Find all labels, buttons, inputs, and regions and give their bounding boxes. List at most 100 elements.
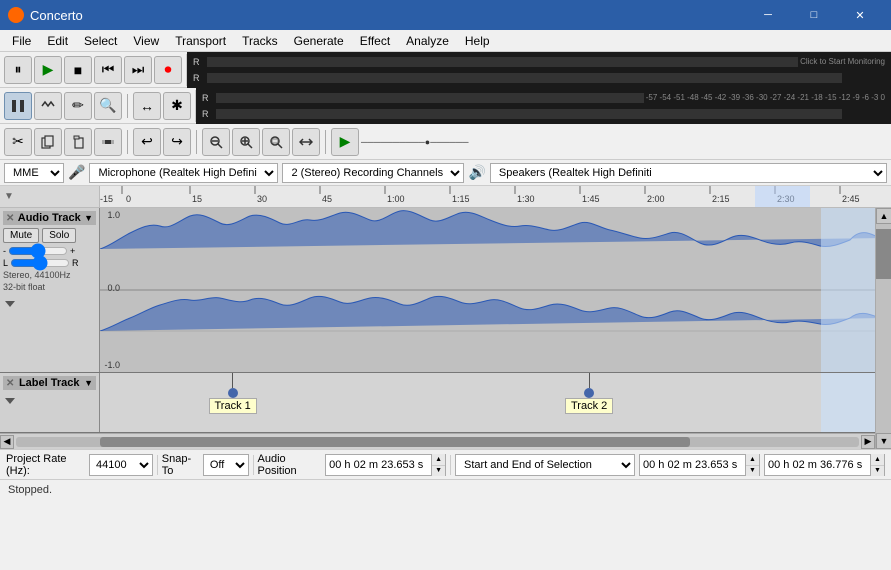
channels-select[interactable]: 2 (Stereo) Recording Channels xyxy=(282,163,464,183)
vscroll-down-btn[interactable]: ▼ xyxy=(876,433,891,449)
project-rate-select[interactable]: 44100 xyxy=(89,454,153,476)
vu-meters[interactable]: R Click to Start Monitoring R placeholde… xyxy=(187,52,891,88)
zoom-in-button[interactable] xyxy=(232,128,260,156)
speaker-select[interactable]: Speakers (Realtek High Definiti xyxy=(490,163,887,183)
menu-select[interactable]: Select xyxy=(76,32,125,50)
label2-text[interactable]: Track 2 xyxy=(565,398,613,414)
sel-end-input[interactable]: ▲ ▼ xyxy=(764,454,885,476)
label2-dot[interactable] xyxy=(584,388,594,398)
project-rate-label: Project Rate (Hz): xyxy=(6,453,85,477)
audio-waveform[interactable]: 1.0 0.0 -1.0 xyxy=(100,208,875,372)
menu-edit[interactable]: Edit xyxy=(39,32,76,50)
close-button[interactable]: ✕ xyxy=(837,0,883,30)
pause-button[interactable]: ⏸ xyxy=(4,56,32,84)
sel-end-field[interactable] xyxy=(765,459,870,471)
sel-start-down[interactable]: ▼ xyxy=(746,465,759,476)
menu-effect[interactable]: Effect xyxy=(352,32,398,50)
label2-line xyxy=(589,373,590,388)
audio-pos-input[interactable]: ▲ ▼ xyxy=(325,454,446,476)
menu-transport[interactable]: Transport xyxy=(167,32,234,50)
snap-to-select[interactable]: Off xyxy=(203,454,249,476)
cut-button[interactable]: ✂ xyxy=(4,128,32,156)
audio-track: ✕ Audio Track ▼ Mute Solo - + L xyxy=(0,208,875,373)
track-collapse-btn[interactable] xyxy=(3,297,96,314)
record-button[interactable]: ⏺ xyxy=(154,56,182,84)
menu-help[interactable]: Help xyxy=(457,32,498,50)
hscroll-track[interactable] xyxy=(16,437,859,447)
api-select[interactable]: MME xyxy=(4,163,64,183)
audio-track-close[interactable]: ✕ xyxy=(6,213,14,224)
audio-pos-up[interactable]: ▲ xyxy=(432,454,445,465)
sel-start-up[interactable]: ▲ xyxy=(746,454,759,465)
hscroll-thumb[interactable] xyxy=(100,437,690,447)
svg-text:2:45: 2:45 xyxy=(842,194,860,204)
minimize-button[interactable]: ─ xyxy=(745,0,791,30)
selection-mode-select[interactable]: Start and End of Selection xyxy=(455,454,635,476)
pan-r-label: R xyxy=(72,258,79,268)
label-track-collapse[interactable] xyxy=(3,394,96,411)
stop-button[interactable]: ■ xyxy=(64,56,92,84)
svg-text:-15: -15 xyxy=(100,194,113,204)
vscroll-up-btn[interactable]: ▲ xyxy=(876,208,891,224)
svg-text:1:30: 1:30 xyxy=(517,194,535,204)
zoom-sel-button[interactable] xyxy=(262,128,290,156)
menubar: File Edit Select View Transport Tracks G… xyxy=(0,30,891,52)
label1-dot[interactable] xyxy=(228,388,238,398)
copy-button[interactable] xyxy=(34,128,62,156)
mic-select[interactable]: Microphone (Realtek High Defini xyxy=(89,163,278,183)
label-track-dropdown[interactable]: ▼ xyxy=(84,378,93,388)
play-green-button[interactable]: ▶ xyxy=(331,128,359,156)
paste-button[interactable] xyxy=(64,128,92,156)
selection-tool-button[interactable] xyxy=(4,92,32,120)
maximize-button[interactable]: □ xyxy=(791,0,837,30)
multi-tool-button[interactable]: ✱ xyxy=(163,92,191,120)
zoom-out-button[interactable] xyxy=(202,128,230,156)
menu-tracks[interactable]: Tracks xyxy=(234,32,286,50)
waveform-lower xyxy=(100,296,875,331)
undo-button[interactable]: ↩ xyxy=(133,128,161,156)
play-button[interactable]: ▶ xyxy=(34,56,62,84)
audio-pos-down[interactable]: ▼ xyxy=(432,465,445,476)
zoom-fit-button[interactable] xyxy=(292,128,320,156)
svg-text:0: 0 xyxy=(126,194,131,204)
draw-tool-button[interactable]: ✏ xyxy=(64,92,92,120)
skip-end-button[interactable]: ⏭ xyxy=(124,56,152,84)
menu-generate[interactable]: Generate xyxy=(286,32,352,50)
gain-min-label: - xyxy=(3,246,6,256)
label-track-close[interactable]: ✕ xyxy=(6,378,14,389)
sel-end-up[interactable]: ▲ xyxy=(871,454,884,465)
bc-sep3 xyxy=(450,455,451,475)
label1-line xyxy=(232,373,233,388)
vscroll-thumb[interactable] xyxy=(876,229,891,279)
label-track-2: Track 2 xyxy=(565,373,613,432)
tracks-area: ✕ Audio Track ▼ Mute Solo - + L xyxy=(0,208,891,449)
y-label-top: 1.0 xyxy=(100,210,120,220)
sel-end-down[interactable]: ▼ xyxy=(871,465,884,476)
mute-button[interactable]: Mute xyxy=(3,228,39,243)
audio-track-dropdown[interactable]: ▼ xyxy=(84,213,93,223)
trim-button[interactable] xyxy=(94,128,122,156)
audio-track-name: Audio Track xyxy=(18,212,81,224)
envelope-tool-button[interactable] xyxy=(34,92,62,120)
label-waveform[interactable]: Track 1 Track 2 xyxy=(100,373,875,432)
label-track: ✕ Label Track ▼ Track xyxy=(0,373,875,433)
svg-text:1:15: 1:15 xyxy=(452,194,470,204)
zoom-tool-button[interactable]: 🔍 xyxy=(94,92,122,120)
vscroll-track[interactable] xyxy=(876,224,891,433)
skip-start-button[interactable]: ⏮ xyxy=(94,56,122,84)
solo-button[interactable]: Solo xyxy=(42,228,76,243)
label1-text[interactable]: Track 1 xyxy=(209,398,257,414)
menu-file[interactable]: File xyxy=(4,32,39,50)
audio-track-controls: ✕ Audio Track ▼ Mute Solo - + L xyxy=(0,208,100,372)
sel-start-input[interactable]: ▲ ▼ xyxy=(639,454,760,476)
menu-view[interactable]: View xyxy=(125,32,167,50)
timeshift-tool-button[interactable]: ↔ xyxy=(133,92,161,120)
hscroll-left-btn[interactable]: ◀ xyxy=(0,435,14,449)
statusbar: Stopped. xyxy=(0,479,891,499)
sel-start-field[interactable] xyxy=(640,459,745,471)
menu-analyze[interactable]: Analyze xyxy=(398,32,457,50)
pan-slider[interactable] xyxy=(10,258,70,268)
redo-button[interactable]: ↪ xyxy=(163,128,191,156)
hscroll-right-btn[interactable]: ▶ xyxy=(861,435,875,449)
audio-pos-field[interactable] xyxy=(326,459,431,471)
